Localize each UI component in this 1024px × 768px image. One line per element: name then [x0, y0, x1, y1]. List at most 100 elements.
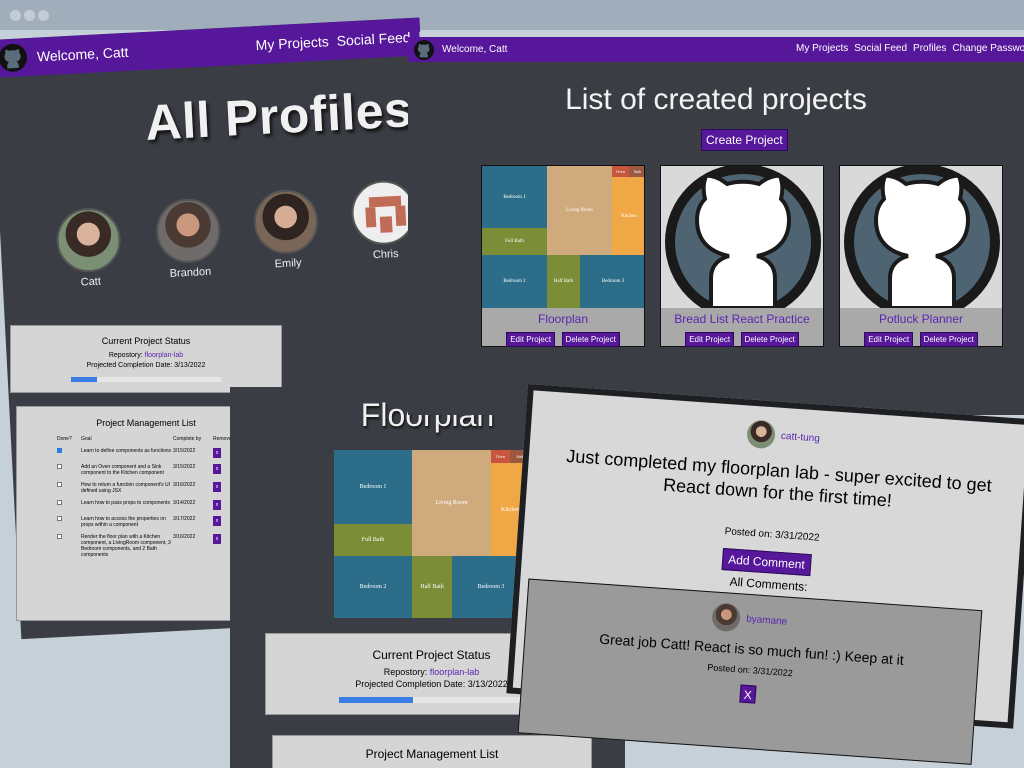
comment-card: byamane Great job Catt! React is so much…	[517, 578, 983, 765]
floorplan-image: Bedroom 1 Living Room Oven Sink Kitchen …	[334, 450, 530, 618]
room-half-bath: Half Bath	[547, 255, 580, 308]
delete-project-button[interactable]: Delete Project	[561, 332, 620, 347]
room-bedroom-1: Bedroom 1	[334, 450, 412, 524]
project-card-floorplan[interactable]: Bedroom 1 Living Room Oven Sink Kitchen …	[481, 165, 645, 347]
profile-name[interactable]: Emily	[274, 257, 301, 270]
profile-name[interactable]: Chris	[373, 248, 399, 261]
profile-card-brandon[interactable]: Brandon	[154, 197, 224, 280]
goal-text: Add an Oven component and a Sink compone…	[81, 464, 164, 476]
goal-text: Render the floor plan with a Kitchen com…	[81, 534, 171, 558]
avatar[interactable]	[711, 602, 742, 633]
post-author[interactable]: catt-tung	[781, 430, 821, 444]
page-title: All Profiles	[143, 81, 414, 151]
room-bedroom-2: Bedroom 2	[482, 255, 547, 308]
room-full-bath: Full Bath	[482, 228, 547, 255]
edit-project-button[interactable]: Edit Project	[685, 332, 735, 347]
nav-profiles[interactable]: Profiles	[913, 43, 946, 54]
comment-author[interactable]: byamane	[746, 613, 788, 627]
welcome-text: Welcome, Catt	[442, 44, 508, 55]
done-checkbox[interactable]	[57, 534, 62, 539]
project-title[interactable]: Floorplan	[482, 312, 644, 326]
window-dot-icon	[38, 10, 49, 21]
profile-name[interactable]: Catt	[80, 276, 101, 289]
goal-text: How to return a function component's UI …	[81, 482, 171, 494]
col-complete-by: Complete by	[173, 436, 202, 442]
room-living-room: Living Room	[412, 450, 491, 556]
progress-fill	[339, 697, 413, 703]
remove-goal-button[interactable]: x	[213, 516, 221, 526]
add-comment-button[interactable]: Add Comment	[721, 548, 812, 577]
col-done: Done?	[57, 436, 72, 442]
avatar[interactable]	[252, 188, 320, 256]
github-logo-icon[interactable]	[0, 43, 28, 72]
goal-text: Learn how to pass props to components	[81, 500, 170, 506]
remove-goal-button[interactable]: x	[213, 448, 221, 458]
done-checkbox[interactable]	[57, 516, 62, 521]
profile-card-emily[interactable]: Emily	[251, 188, 321, 271]
room-full-bath: Full Bath	[334, 524, 412, 556]
col-goal: Goal	[81, 436, 92, 442]
edit-project-button[interactable]: Edit Project	[506, 332, 556, 347]
floorplan-thumbnail: Bedroom 1 Living Room Oven Sink Kitchen …	[482, 166, 644, 308]
github-octocat-icon[interactable]	[661, 166, 823, 308]
profile-name[interactable]: Brandon	[169, 266, 211, 280]
avatar[interactable]	[54, 206, 123, 274]
project-thumbnail[interactable]: Bedroom 1 Living Room Oven Sink Kitchen …	[482, 166, 644, 308]
delete-project-button[interactable]: Delete Project	[919, 332, 978, 347]
progress-fill	[71, 377, 97, 382]
room-sink: Sink	[629, 166, 644, 177]
project-card-bread-list[interactable]: Bread List React Practice Edit Project D…	[660, 165, 824, 347]
avatar[interactable]	[746, 419, 776, 450]
done-checkbox[interactable]	[57, 500, 62, 505]
github-octocat-icon[interactable]	[840, 166, 1002, 308]
page-title: List of created projects	[565, 83, 867, 116]
github-logo-icon[interactable]	[414, 39, 434, 60]
remove-goal-button[interactable]: x	[213, 500, 221, 510]
room-bedroom-2: Bedroom 2	[334, 556, 412, 618]
goal-date: 3/15/2022	[173, 448, 196, 454]
progress-bar	[71, 377, 221, 382]
nav-social-feed[interactable]: Social Feed	[854, 43, 907, 54]
done-checkbox[interactable]	[57, 464, 62, 469]
goal-date: 3/16/2022	[173, 482, 196, 488]
goal-date: 3/14/2022	[173, 500, 196, 506]
delete-project-button[interactable]: Delete Project	[740, 332, 799, 347]
remove-goal-button[interactable]: x	[213, 534, 221, 544]
room-living-room: Living Room	[547, 166, 612, 255]
room-oven: Oven	[491, 450, 510, 463]
done-checkbox[interactable]	[57, 482, 62, 487]
profile-card-catt[interactable]: Catt	[54, 206, 124, 289]
repo-label: Repostory:	[108, 352, 143, 359]
current-project-status-card: Current Project Status Repostory: floorp…	[10, 325, 282, 393]
projects-navbar: Welcome, Catt My Projects Social Feed Pr…	[408, 37, 1024, 62]
project-title[interactable]: Potluck Planner	[840, 312, 1002, 326]
room-half-bath: Half Bath	[412, 556, 452, 618]
repo-link[interactable]: floorplan-lab	[430, 667, 480, 677]
welcome-text: Welcome, Catt	[36, 43, 129, 65]
avatar[interactable]	[154, 197, 222, 265]
room-kitchen: Kitchen	[612, 177, 644, 255]
nav-my-projects[interactable]: My Projects	[255, 33, 329, 53]
repo-link[interactable]: floorplan-lab	[145, 352, 184, 359]
edit-project-button[interactable]: Edit Project	[864, 332, 914, 347]
delete-comment-button[interactable]: X	[739, 684, 757, 704]
remove-goal-button[interactable]: x	[213, 464, 221, 474]
project-card-potluck-planner[interactable]: Potluck Planner Edit Project Delete Proj…	[839, 165, 1003, 347]
remove-goal-button[interactable]: x	[213, 482, 221, 492]
post-body: Just completed my floorplan lab - super …	[565, 445, 993, 511]
goal-text: Learn to define components as functions	[81, 448, 172, 454]
project-title[interactable]: Bread List React Practice	[661, 312, 823, 326]
status-title: Current Project Status	[101, 336, 191, 346]
nav-my-projects[interactable]: My Projects	[796, 43, 848, 54]
goal-date: 3/16/2022	[173, 534, 196, 540]
nav-change-password[interactable]: Change Passwor	[952, 43, 1024, 54]
goal-date: 3/17/2022	[173, 516, 196, 522]
nav-social-feed[interactable]: Social Feed	[336, 29, 411, 49]
progress-bar	[339, 697, 524, 703]
done-checkbox[interactable]	[57, 448, 62, 453]
pml-title: Project Management List	[365, 747, 499, 761]
post-detail-screenshot: catt-tung Just completed my floorplan la…	[506, 384, 1024, 765]
projects-screenshot: Welcome, Catt My Projects Social Feed Pr…	[408, 37, 1024, 415]
goal-date: 3/15/2022	[173, 464, 196, 470]
create-project-button[interactable]: Create Project	[701, 129, 788, 151]
